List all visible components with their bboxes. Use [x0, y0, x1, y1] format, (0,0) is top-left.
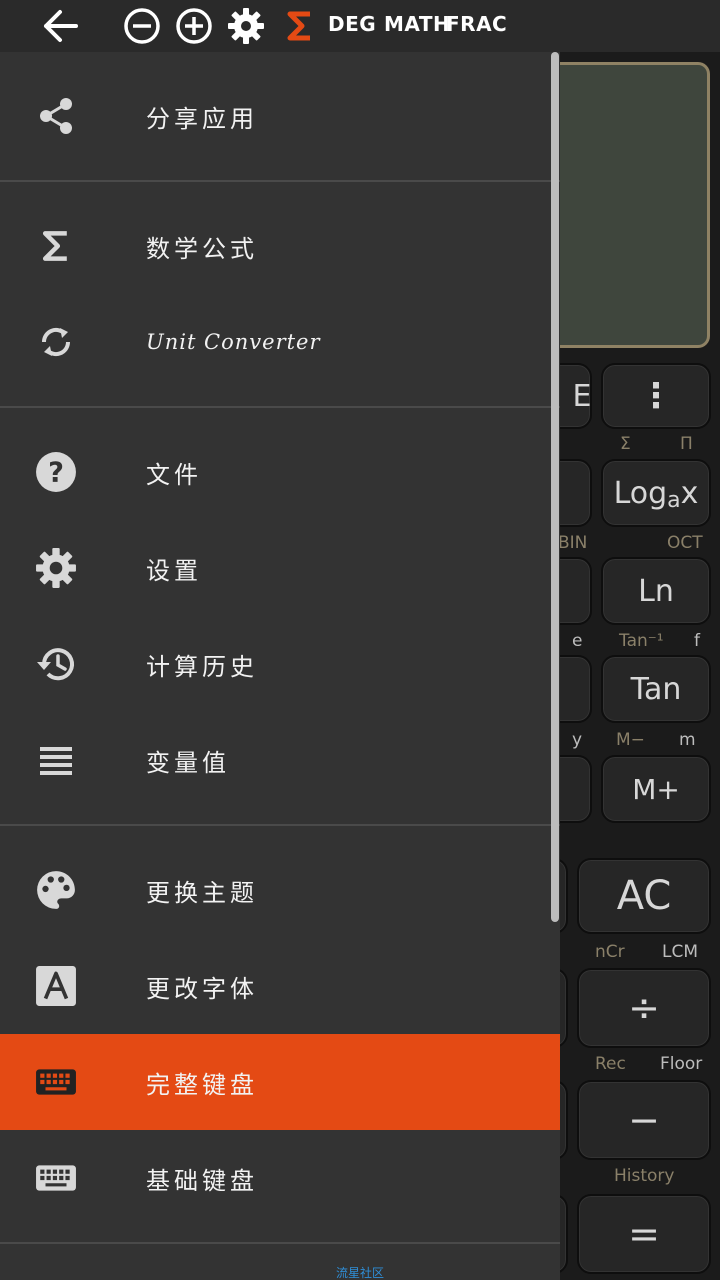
calculator-display — [560, 62, 710, 348]
display-mode-math[interactable]: MATH — [384, 12, 450, 36]
drawer-scrollbar[interactable] — [551, 52, 559, 922]
drawer-item-label: 变量值 — [146, 748, 230, 777]
label-tan-inv: Tan⁻¹ — [619, 631, 664, 651]
label-f: f — [694, 631, 700, 651]
label-y: y — [572, 730, 583, 750]
key-div[interactable]: ÷ — [577, 968, 711, 1048]
sigma-icon — [34, 224, 78, 268]
svg-text:?: ? — [48, 457, 64, 488]
drawer-item-label: 计算历史 — [146, 652, 258, 681]
key-ac[interactable]: AC — [577, 858, 711, 934]
drawer-divider — [0, 406, 560, 408]
drawer-item-full-keyboard[interactable]: 完整键盘 — [0, 1034, 560, 1130]
label-history: History — [614, 1166, 675, 1186]
share-icon — [34, 94, 78, 138]
label-m-minus: M− — [616, 730, 645, 750]
angle-mode-deg[interactable]: DEG — [328, 12, 376, 36]
key-minus[interactable]: − — [577, 1080, 711, 1160]
label-m: m — [679, 730, 696, 750]
drawer-item-history[interactable]: 计算历史 — [0, 616, 560, 712]
sync-icon — [34, 320, 78, 364]
footer-watermark: 流星社区 — [335, 1266, 384, 1280]
drawer-item-label: 完整键盘 — [146, 1070, 258, 1099]
keyboard-icon — [34, 1060, 78, 1104]
label-pi: Π — [680, 434, 693, 454]
sigma-icon[interactable] — [280, 6, 320, 46]
drawer-item-theme[interactable]: 更换主题 — [0, 842, 560, 938]
drawer-divider — [0, 1242, 560, 1244]
drawer-item-label: 文件 — [146, 460, 202, 489]
help-icon: ? — [34, 450, 78, 494]
key-tan[interactable]: Tan — [601, 655, 711, 723]
gear-icon — [34, 546, 78, 590]
key-ln[interactable]: Ln — [601, 557, 711, 625]
label-floor: Floor — [660, 1054, 703, 1074]
drawer-item-variables[interactable]: 变量值 — [0, 712, 560, 808]
drawer-item-label: 更改字体 — [146, 974, 258, 1003]
drawer-item-label: 设置 — [146, 556, 202, 585]
palette-icon — [34, 868, 78, 912]
drawer-item-share[interactable]: 分享应用 — [0, 68, 560, 164]
label-oct: OCT — [667, 533, 703, 553]
drawer-item-label: 数学公式 — [146, 234, 258, 263]
zoom-in-icon[interactable] — [174, 6, 214, 46]
zoom-out-icon[interactable] — [122, 6, 162, 46]
keyboard-icon — [34, 1156, 78, 1200]
drawer-item-unit-converter[interactable]: Unit Converter — [0, 294, 560, 390]
drawer-item-math-formula[interactable]: 数学公式 — [0, 198, 560, 294]
drawer-item-label: Unit Converter — [146, 330, 321, 354]
gear-icon[interactable] — [226, 6, 266, 46]
list-icon — [34, 738, 78, 782]
drawer-item-file[interactable]: ? 文件 — [0, 424, 560, 520]
label-sigma: Σ — [620, 434, 631, 454]
display-mode-frac[interactable]: FRAC — [446, 12, 507, 36]
drawer-item-font[interactable]: 更改字体 — [0, 938, 560, 1034]
label-rec: Rec — [595, 1054, 626, 1074]
font-icon — [34, 964, 78, 1008]
drawer-item-basic-keyboard[interactable]: 基础键盘 — [0, 1130, 560, 1226]
top-bar: DEG MATH FRAC — [0, 0, 720, 52]
drawer-divider — [0, 824, 560, 826]
label-lcm: LCM — [662, 942, 699, 962]
key-more[interactable]: ⋮ — [601, 363, 711, 429]
label-ncr: nCr — [595, 942, 625, 962]
key-equals[interactable]: = — [577, 1194, 711, 1274]
key-mplus[interactable]: M+ — [601, 755, 711, 823]
key-log[interactable]: Log a x — [601, 459, 711, 527]
drawer-divider — [0, 180, 560, 182]
label-bin: BIN — [558, 533, 588, 553]
drawer-item-label: 基础键盘 — [146, 1166, 258, 1195]
back-arrow-icon[interactable] — [38, 6, 82, 46]
drawer-item-settings[interactable]: 设置 — [0, 520, 560, 616]
drawer-item-label: 更换主题 — [146, 878, 258, 907]
drawer-item-label: 分享应用 — [146, 104, 258, 133]
history-icon — [34, 642, 78, 686]
label-e: e — [572, 631, 583, 651]
